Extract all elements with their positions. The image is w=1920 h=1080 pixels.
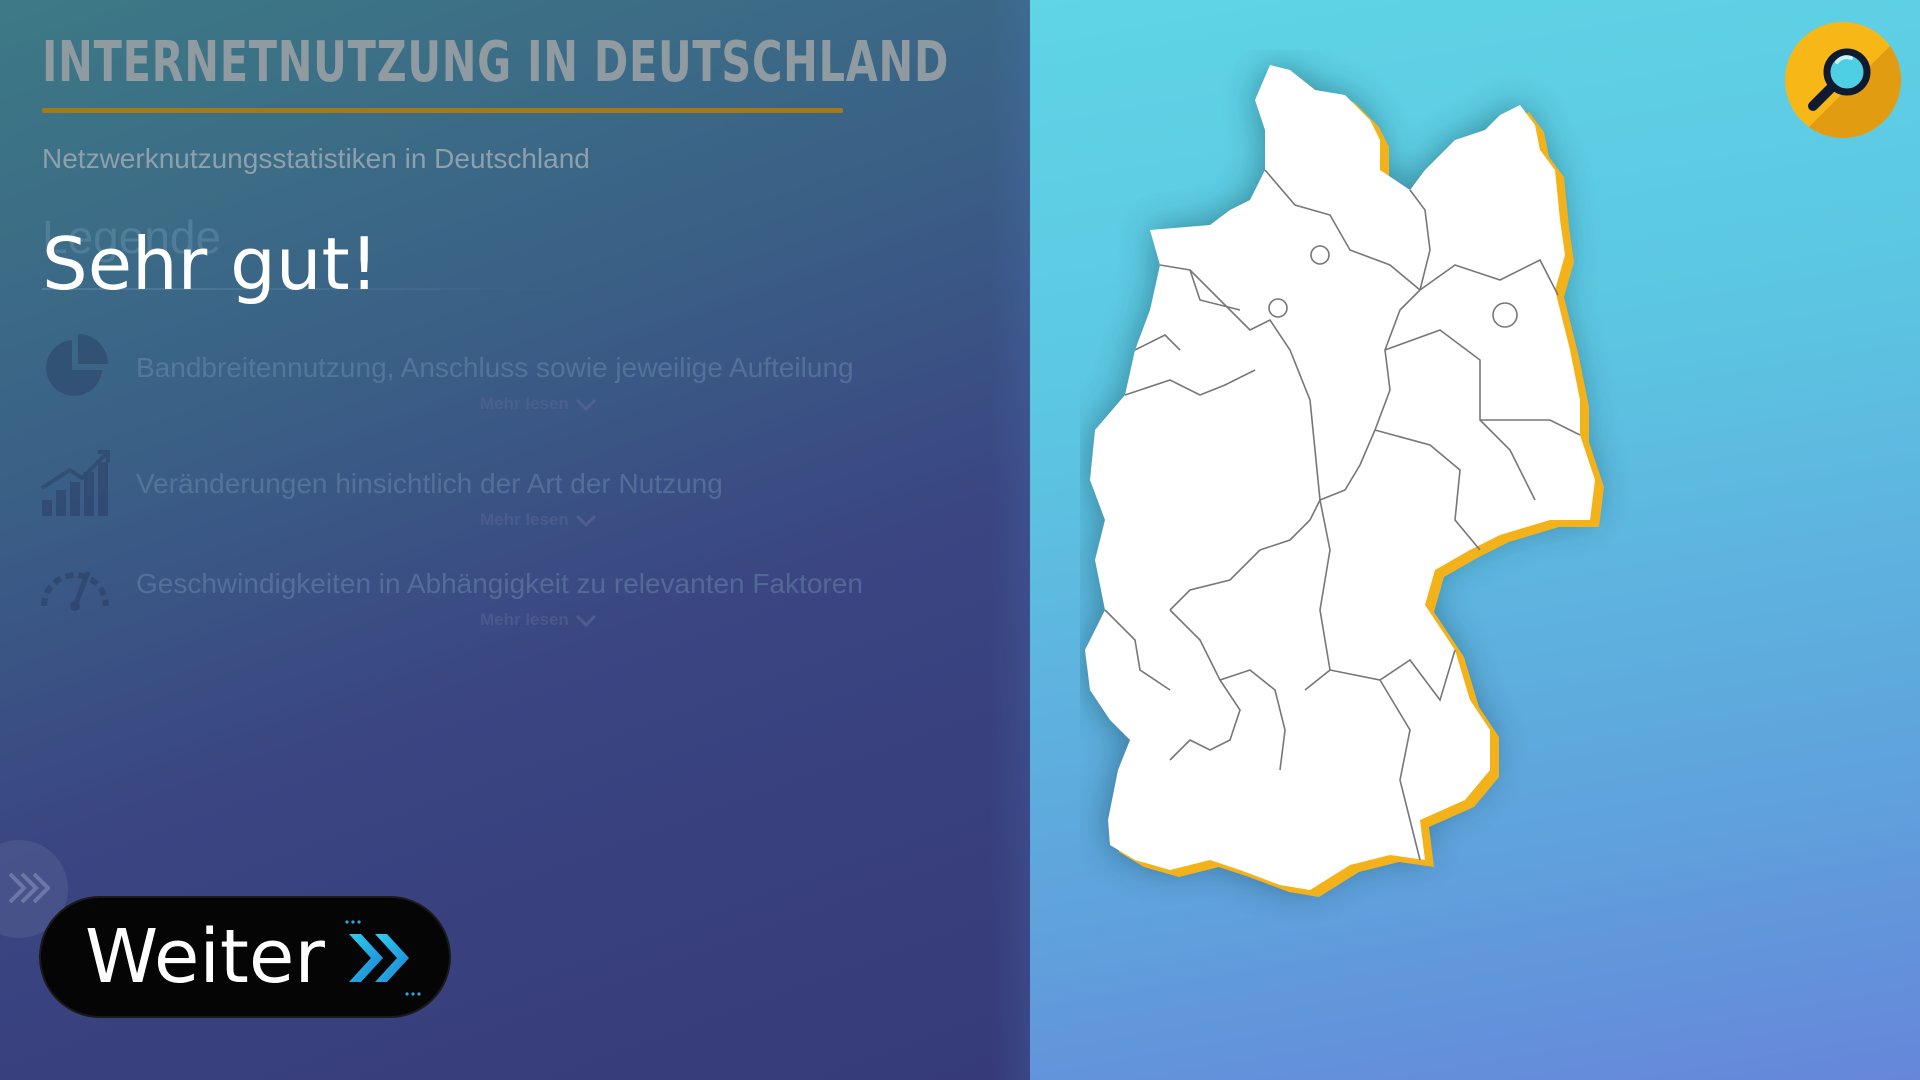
legend-item-bandwidth: Bandbreitennutzung, Anschluss sowie jewe… [40,332,1040,422]
read-more-link[interactable]: Mehr lesen [480,610,597,630]
growth-chart-icon [40,450,110,516]
legend-item-text: Bandbreitennutzung, Anschluss sowie jewe… [136,352,854,383]
info-panel: INTERNETNUTZUNG IN DEUTSCHLAND Netzwerkn… [0,0,1070,1080]
map-country-shape [1085,65,1595,890]
legend-item-text: Geschwindigkeiten in Abhängigkeit zu rel… [136,568,863,599]
pie-chart-icon [46,334,108,396]
read-more-link[interactable]: Mehr lesen [480,510,597,530]
read-more-link[interactable]: Mehr lesen [480,394,597,414]
page-title: INTERNETNUTZUNG IN DEUTSCHLAND [42,30,950,95]
title-underline [42,108,843,113]
chevron-down-icon [575,398,596,411]
magnifier-icon [1808,48,1871,111]
double-chevron-right-icon [345,920,421,996]
search-button[interactable] [1785,22,1901,138]
legend-item-usage-change: Veränderungen hinsichtlich der Art der N… [40,448,1040,538]
feedback-message: Sehr gut! [42,222,379,306]
legend-item-text: Veränderungen hinsichtlich der Art der N… [136,468,723,499]
chevron-down-icon [575,514,596,527]
germany-states-map [1080,50,1800,1030]
chevron-down-icon [575,614,596,627]
next-button[interactable]: Weiter [41,898,449,1016]
speedometer-icon [41,571,109,611]
page-subtitle: Netzwerknutzungsstatistiken in Deutschla… [42,143,590,174]
legend-item-speeds: Geschwindigkeiten in Abhängigkeit zu rel… [40,548,1040,638]
double-chevron-right-icon [8,872,50,904]
next-button-label: Weiter [85,914,325,1000]
